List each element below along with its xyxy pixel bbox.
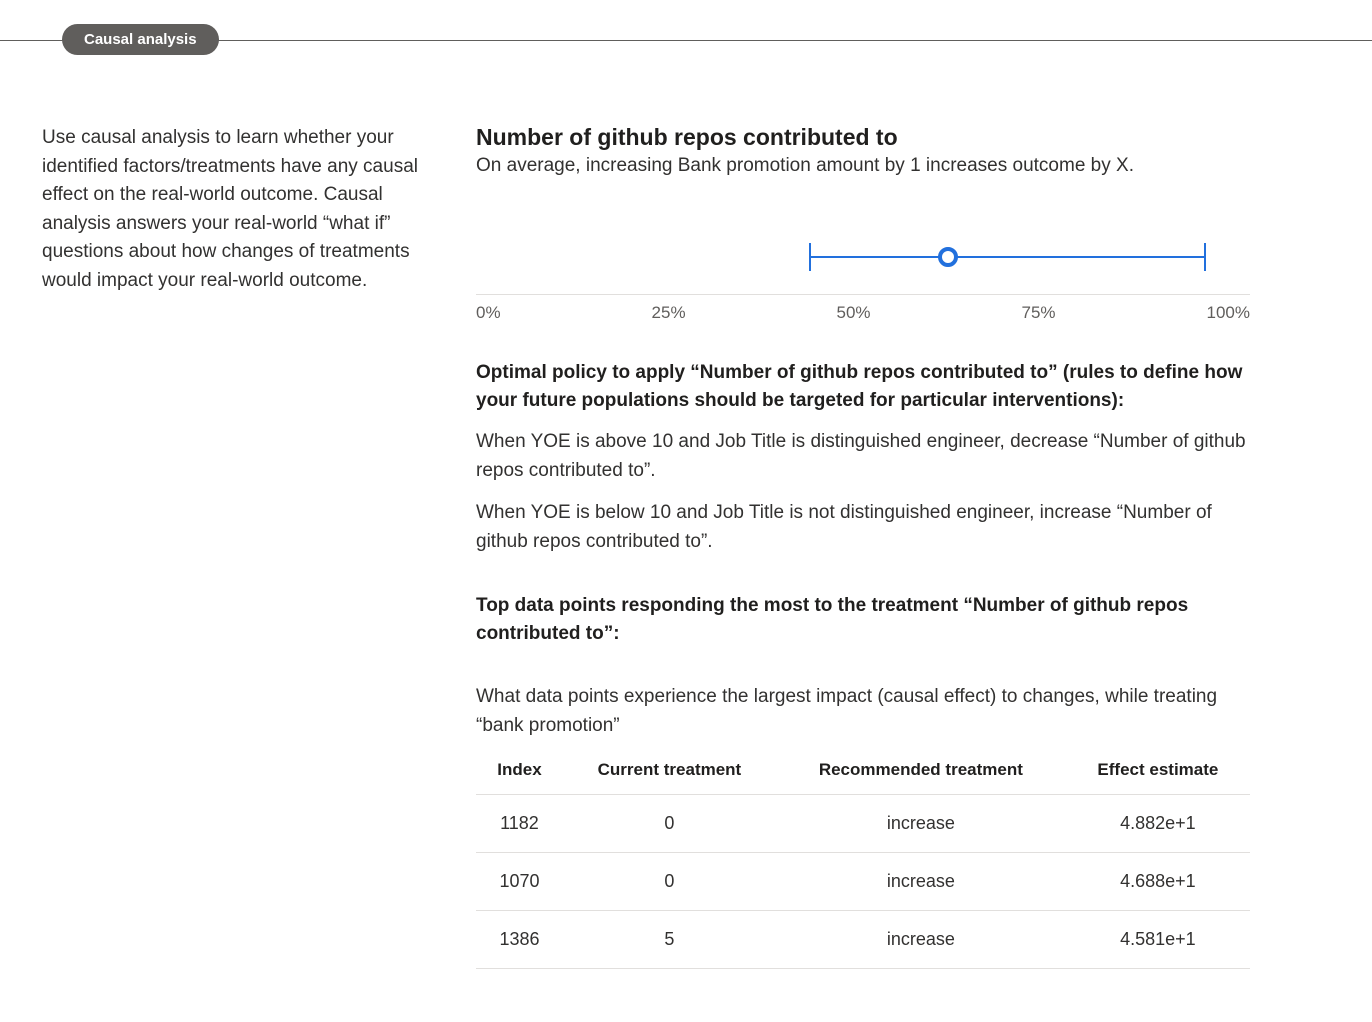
cell-effect: 4.581e+1 (1066, 911, 1250, 969)
tab-causal-analysis[interactable]: Causal analysis (62, 24, 219, 55)
cell-current: 0 (563, 853, 776, 911)
description-panel: Use causal analysis to learn whether you… (42, 124, 440, 969)
tick-75: 75% (1022, 303, 1056, 323)
main-panel: Number of github repos contributed to On… (476, 124, 1330, 969)
cell-index: 1070 (476, 853, 563, 911)
policy-heading: Optimal policy to apply “Number of githu… (476, 359, 1250, 414)
tick-0: 0% (476, 303, 501, 323)
cell-effect: 4.688e+1 (1066, 853, 1250, 911)
treatment-subtitle: On average, increasing Bank promotion am… (476, 155, 1250, 177)
top-datapoints-heading: Top data points responding the most to t… (476, 592, 1250, 647)
tick-100: 100% (1206, 303, 1249, 323)
ci-point-estimate (938, 247, 958, 267)
cell-recommended: increase (776, 795, 1066, 853)
table-header-row: Index Current treatment Recommended trea… (476, 754, 1250, 795)
cell-current: 5 (563, 911, 776, 969)
tick-50: 50% (837, 303, 871, 323)
table-row: 1070 0 increase 4.688e+1 (476, 853, 1250, 911)
top-datapoints-description: What data points experience the largest … (476, 683, 1250, 740)
treatment-title: Number of github repos contributed to (476, 124, 1250, 151)
content-area: Use causal analysis to learn whether you… (0, 68, 1372, 969)
table-row: 1182 0 increase 4.882e+1 (476, 795, 1250, 853)
col-index: Index (476, 754, 563, 795)
x-axis-ticks: 0% 25% 50% 75% 100% (476, 303, 1250, 323)
tick-25: 25% (652, 303, 686, 323)
col-effect: Effect estimate (1066, 754, 1250, 795)
top-datapoints-table: Index Current treatment Recommended trea… (476, 754, 1250, 969)
cell-effect: 4.882e+1 (1066, 795, 1250, 853)
col-current: Current treatment (563, 754, 776, 795)
col-recommended: Recommended treatment (776, 754, 1066, 795)
ci-bar (809, 256, 1204, 258)
cell-current: 0 (563, 795, 776, 853)
tab-bar: Causal analysis (0, 0, 1372, 28)
description-text: Use causal analysis to learn whether you… (42, 124, 440, 295)
table-row: 1386 5 increase 4.581e+1 (476, 911, 1250, 969)
cell-recommended: increase (776, 853, 1066, 911)
cell-index: 1182 (476, 795, 563, 853)
cell-index: 1386 (476, 911, 563, 969)
policy-rule-1: When YOE is above 10 and Job Title is di… (476, 428, 1250, 485)
ci-upper-whisker (1204, 243, 1206, 271)
policy-rule-2: When YOE is below 10 and Job Title is no… (476, 499, 1250, 556)
confidence-interval-chart (476, 225, 1250, 295)
cell-recommended: increase (776, 911, 1066, 969)
